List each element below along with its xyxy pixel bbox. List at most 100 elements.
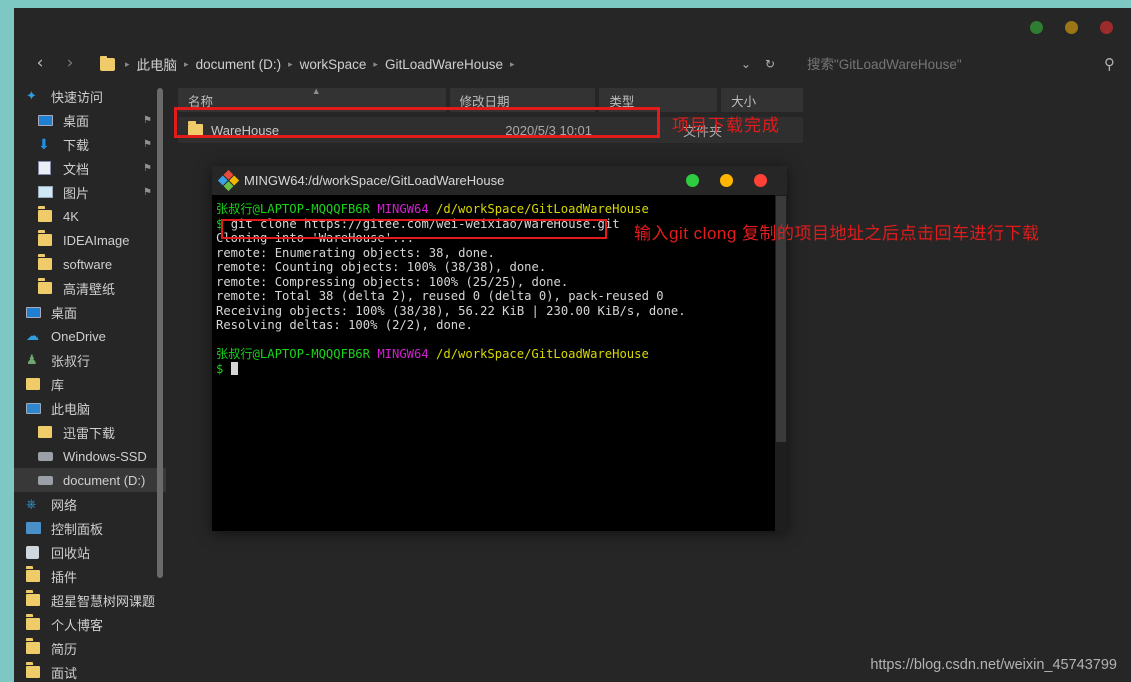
file-name-cell[interactable]: WareHouse xyxy=(178,120,446,138)
forward-icon[interactable]: › xyxy=(58,52,82,76)
sidebar-item-2[interactable]: ⬇ 下载 ⚑ xyxy=(14,132,166,156)
annotation-git-clone-instruction: 输入git clong 复制的项目地址之后点击回车进行下载 xyxy=(634,224,1040,243)
terminal-scrollbar[interactable] xyxy=(775,195,787,531)
sidebar-item-12[interactable]: 库 xyxy=(14,372,166,396)
sidebar-item-24[interactable]: 面试 xyxy=(14,660,166,682)
terminal-title-bar: MINGW64:/d/workSpace/GitLoadWareHouse xyxy=(212,166,787,195)
sidebar-item-7[interactable]: software xyxy=(14,252,166,276)
folder-icon xyxy=(26,616,44,632)
pictures-icon xyxy=(38,184,56,200)
sidebar-item-10[interactable]: ☁ OneDrive xyxy=(14,324,166,348)
navigation-pane[interactable]: ✦ 快速访问 桌面 ⚑ ⬇ 下载 ⚑ 文档 ⚑ 图片 ⚑ 4K IDEAImage software 高清壁… xyxy=(14,84,166,682)
terminal-prompt-line-2: 张叔行@LAPTOP-MQQQFB6R MINGW64 /d/workSpace… xyxy=(216,347,787,362)
window-controls xyxy=(1030,21,1113,34)
prompt-shell: MINGW64 xyxy=(377,202,429,216)
sidebar-item-3[interactable]: 文档 ⚑ xyxy=(14,156,166,180)
sidebar-item-1[interactable]: 桌面 ⚑ xyxy=(14,108,166,132)
terminal-output[interactable]: 张叔行@LAPTOP-MQQQFB6R MINGW64 /d/workSpace… xyxy=(212,195,787,531)
sidebar-item-label: 简历 xyxy=(51,641,78,657)
column-header-size[interactable]: 大小 xyxy=(721,88,803,112)
terminal-maximize-button[interactable] xyxy=(720,174,733,187)
folder-icon xyxy=(38,208,56,224)
terminal-title-label: MINGW64:/d/workSpace/GitLoadWareHouse xyxy=(244,173,505,188)
column-header-date[interactable]: 修改日期 xyxy=(449,88,596,112)
download-icon: ⬇ xyxy=(38,136,50,152)
sidebar-item-label: 张叔行 xyxy=(51,353,91,369)
breadcrumb-item-document-d[interactable]: document (D:) xyxy=(196,57,282,72)
column-headers: ▲ 名称 修改日期 类型 大小 xyxy=(178,86,803,112)
breadcrumb-item-gitloadwarehouse[interactable]: GitLoadWareHouse xyxy=(385,57,503,72)
folder-icon xyxy=(188,120,203,137)
sidebar-item-9[interactable]: 桌面 xyxy=(14,300,166,324)
sidebar-item-8[interactable]: 高清壁纸 xyxy=(14,276,166,300)
desktop-icon xyxy=(38,112,56,128)
sidebar-item-15[interactable]: Windows-SSD xyxy=(14,444,166,468)
folder-icon xyxy=(26,664,44,680)
sidebar-item-17[interactable]: ⎈ 网络 xyxy=(14,492,166,516)
terminal-minimize-button[interactable] xyxy=(686,174,699,187)
sidebar-item-4[interactable]: 图片 ⚑ xyxy=(14,180,166,204)
sidebar-item-21[interactable]: 超星智慧树网课题 xyxy=(14,588,166,612)
breadcrumb-separator: ▸ xyxy=(288,58,293,69)
terminal-prompt-line-1: 张叔行@LAPTOP-MQQQFB6R MINGW64 /d/workSpace… xyxy=(216,202,787,217)
sidebar-item-label: 插件 xyxy=(51,569,78,585)
breadcrumb-separator: ▸ xyxy=(125,58,130,69)
sidebar-item-19[interactable]: 回收站 xyxy=(14,540,166,564)
terminal-output-line-2: remote: Counting objects: 100% (38/38), … xyxy=(216,260,547,274)
sidebar-item-11[interactable]: ♟ 张叔行 xyxy=(14,348,166,372)
refresh-icon[interactable]: ↻ xyxy=(765,57,775,71)
search-input[interactable] xyxy=(781,56,1104,72)
back-icon[interactable]: ‹ xyxy=(28,52,52,76)
library-icon xyxy=(26,376,44,392)
breadcrumb-item-this-pc[interactable]: 此电脑 xyxy=(137,54,178,74)
sidebar-item-14[interactable]: 迅雷下载 xyxy=(14,420,166,444)
annotation-download-complete: 项目下载完成 xyxy=(672,116,780,135)
pin-icon[interactable]: ⚑ xyxy=(143,139,152,150)
minimize-button[interactable] xyxy=(1030,21,1043,34)
sidebar-item-23[interactable]: 简历 xyxy=(14,636,166,660)
sidebar-item-13[interactable]: 此电脑 xyxy=(14,396,166,420)
sidebar-item-label: 迅雷下载 xyxy=(63,425,116,441)
column-header-name[interactable]: ▲ 名称 xyxy=(178,86,446,112)
sidebar-item-18[interactable]: 控制面板 xyxy=(14,516,166,540)
column-header-type[interactable]: 类型 xyxy=(599,88,718,112)
sidebar-item-0[interactable]: ✦ 快速访问 xyxy=(14,84,166,108)
sidebar-item-5[interactable]: 4K xyxy=(14,204,166,228)
folder-icon xyxy=(38,232,56,248)
desktop-icon xyxy=(26,304,44,320)
search-box[interactable]: ⚲ xyxy=(781,46,1121,82)
sidebar-item-20[interactable]: 插件 xyxy=(14,564,166,588)
breadcrumb-separator: ▸ xyxy=(510,58,515,69)
terminal-window-controls xyxy=(686,174,767,187)
breadcrumb-item-workspace[interactable]: workSpace xyxy=(300,57,367,72)
terminal-input-line[interactable]: $ xyxy=(216,361,787,377)
close-button[interactable] xyxy=(1100,21,1113,34)
search-icon[interactable]: ⚲ xyxy=(1104,55,1121,73)
terminal-close-button[interactable] xyxy=(754,174,767,187)
sidebar-item-label: 下载 xyxy=(63,137,90,153)
sidebar-item-22[interactable]: 个人博客 xyxy=(14,612,166,636)
pin-icon[interactable]: ⚑ xyxy=(143,115,152,126)
sidebar-item-label: Windows-SSD xyxy=(63,448,147,464)
sidebar-item-6[interactable]: IDEAImage xyxy=(14,228,166,252)
drive-icon xyxy=(38,472,56,488)
chevron-down-icon[interactable]: ⌄ xyxy=(741,57,751,71)
sidebar-item-label: 快速访问 xyxy=(51,89,104,105)
breadcrumb-separator: ▸ xyxy=(373,58,378,69)
folder-icon xyxy=(100,55,115,71)
sidebar-item-label: 文档 xyxy=(63,161,90,177)
breadcrumb[interactable]: ▸ 此电脑 ▸ document (D:) ▸ workSpace ▸ GitL… xyxy=(100,46,522,82)
sidebar-item-label: software xyxy=(63,256,113,272)
onedrive-icon: ☁ xyxy=(26,328,39,343)
sidebar-item-16[interactable]: document (D:) xyxy=(14,468,166,492)
thunder-folder-icon xyxy=(38,424,56,440)
maximize-button[interactable] xyxy=(1065,21,1078,34)
terminal-output-line-1: remote: Enumerating objects: 38, done. xyxy=(216,245,495,260)
prompt-user: 张叔行@LAPTOP-MQQQFB6R xyxy=(216,347,370,361)
folder-icon xyxy=(38,280,56,296)
drive-icon xyxy=(38,448,56,464)
pin-icon[interactable]: ⚑ xyxy=(143,163,152,174)
pin-icon[interactable]: ⚑ xyxy=(143,187,152,198)
sidebar-item-label: 个人博客 xyxy=(51,617,104,633)
sidebar-scrollbar[interactable] xyxy=(157,88,163,578)
